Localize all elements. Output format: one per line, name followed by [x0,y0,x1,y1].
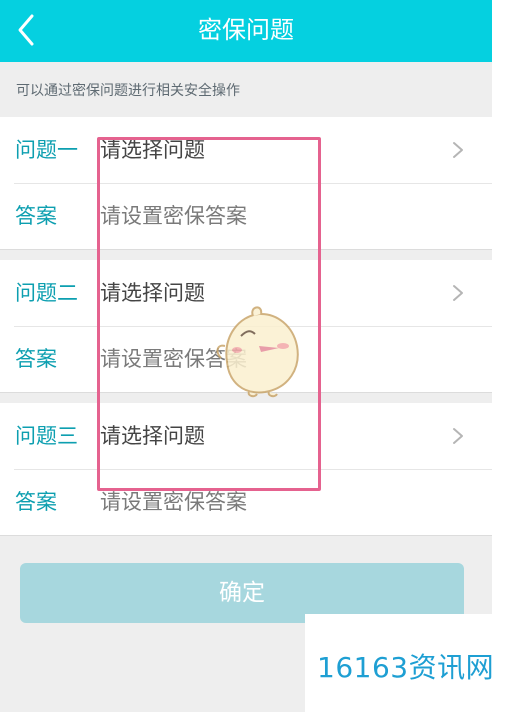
question-value: 请选择问题 [100,281,205,305]
question-select-row-1[interactable]: 问题一 请选择问题 [0,117,492,183]
answer-label: 答案 [15,347,57,371]
answer-field-3[interactable]: 答案 请设置密保答案 [0,469,492,535]
answer-placeholder: 请设置密保答案 [100,490,247,514]
answer-field-2[interactable]: 答案 请设置密保答案 [0,326,492,392]
question-group-3: 问题三 请选择问题 答案 请设置密保答案 [0,403,492,536]
answer-field-1[interactable]: 答案 请设置密保答案 [0,183,492,249]
answer-label: 答案 [15,490,57,514]
chevron-right-icon [452,284,464,302]
answer-label: 答案 [15,204,57,228]
question-label: 问题一 [15,138,78,162]
chevron-right-icon [452,141,464,159]
question-group-2: 问题二 请选择问题 答案 请设置密保答案 [0,260,492,393]
watermark-text: 16163资讯网 [317,651,495,684]
hint-text: 可以通过密保问题进行相关安全操作 [16,83,240,99]
nav-bar: 密保问题 [0,0,492,62]
security-question-screen: 密保问题 可以通过密保问题进行相关安全操作 问题一 请选择问题 答案 请设置密保… [0,0,492,712]
question-label: 问题三 [15,424,78,448]
question-value: 请选择问题 [100,138,205,162]
answer-placeholder: 请设置密保答案 [100,204,247,228]
question-select-row-3[interactable]: 问题三 请选择问题 [0,403,492,469]
page-title: 密保问题 [198,16,294,44]
question-value: 请选择问题 [100,424,205,448]
chevron-right-icon [452,427,464,445]
question-select-row-2[interactable]: 问题二 请选择问题 [0,260,492,326]
watermark: 16163资讯网 [305,614,505,712]
question-group-1: 问题一 请选择问题 答案 请设置密保答案 [0,117,492,250]
question-label: 问题二 [15,281,78,305]
answer-placeholder: 请设置密保答案 [100,347,247,371]
